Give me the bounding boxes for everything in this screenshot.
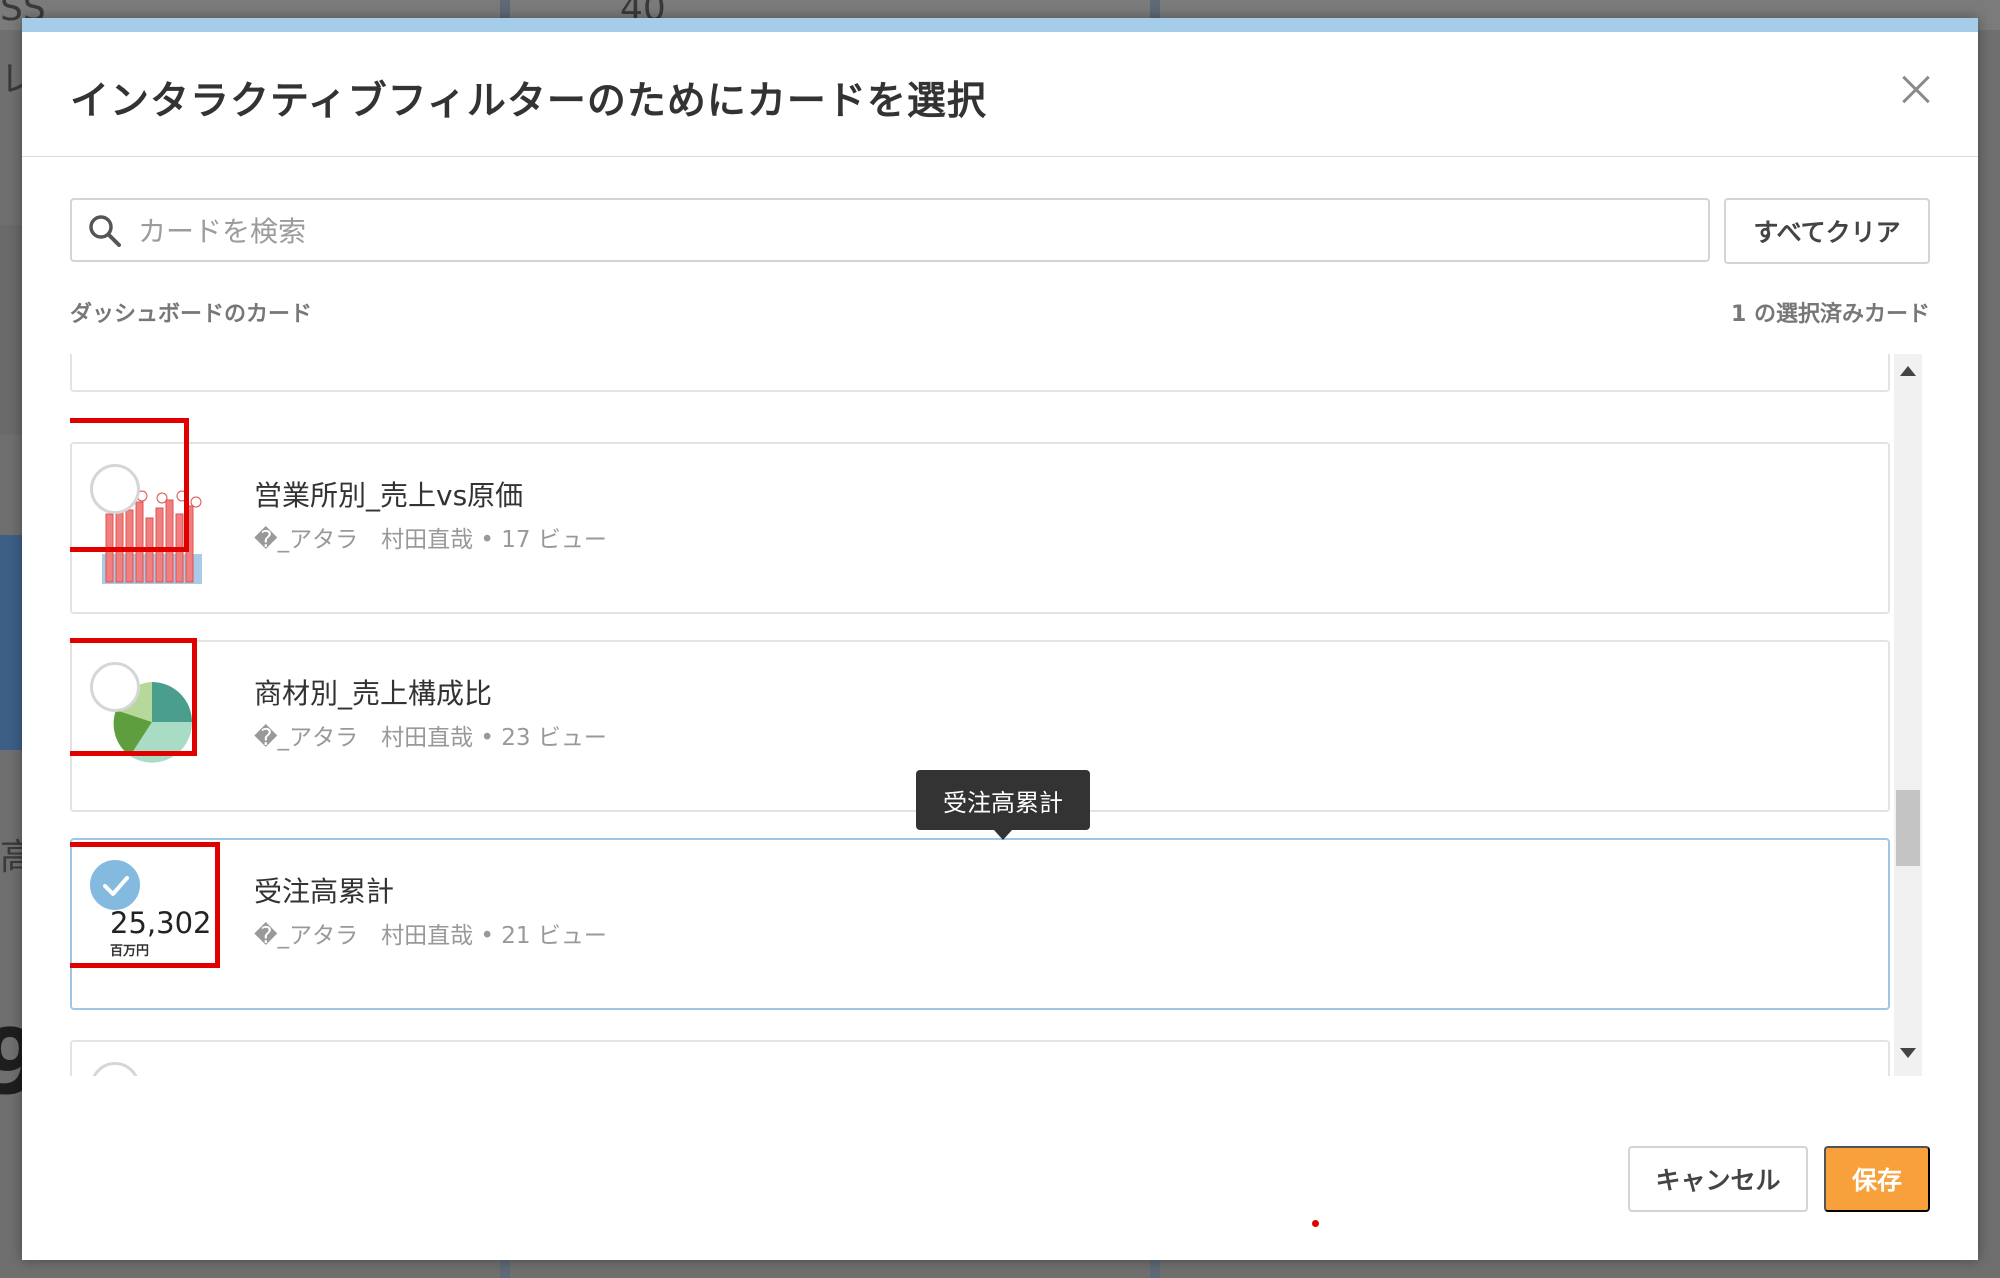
card-title: 受注高累計 <box>254 875 395 908</box>
list-item[interactable]: 営業所別_売上vs原価 �_アタラ 村田直哉 • 17 ビュー <box>70 442 1890 614</box>
section-label: ダッシュボードのカード <box>70 302 313 327</box>
card-tooltip: 受注高累計 <box>916 770 1090 840</box>
card-select-dialog: インタラクティブフィルターのためにカードを選択 すべてクリア ダッシュボードのカ… <box>22 18 1978 1260</box>
card-title: 営業所別_売上vs原価 <box>254 479 524 512</box>
search-icon <box>89 215 121 247</box>
list-item[interactable]: 25,302 百万円 受注高累計 �_アタラ 村田直哉 • 21 ビュー <box>70 838 1890 1010</box>
card-list[interactable]: 営業所別_売上vs原価 �_アタラ 村田直哉 • 17 ビュー 商材別_売上構成… <box>70 354 1890 1076</box>
clear-all-button[interactable]: すべてクリア <box>1724 198 1930 264</box>
dialog-accent-bar <box>22 18 1978 32</box>
dialog-title: インタラクティブフィルターのためにカードを選択 <box>70 79 987 124</box>
card-select-radio[interactable] <box>90 1062 140 1076</box>
highlight-box <box>70 638 197 756</box>
close-icon[interactable] <box>1896 70 1936 110</box>
red-dot-marker <box>1312 1220 1319 1227</box>
card-meta: �_アタラ 村田直哉 • 17 ビュー <box>254 527 607 553</box>
scroll-up-icon[interactable] <box>1900 366 1916 376</box>
save-button[interactable]: 保存 <box>1824 1146 1930 1212</box>
card-title: 商材別_売上構成比 <box>254 677 493 710</box>
card-meta: �_アタラ 村田直哉 • 23 ビュー <box>254 725 607 751</box>
search-box[interactable] <box>70 198 1710 262</box>
background-panel <box>0 225 22 435</box>
list-scrollbar[interactable] <box>1894 354 1922 1076</box>
cancel-button[interactable]: キャンセル <box>1628 1146 1808 1212</box>
scroll-down-icon[interactable] <box>1900 1048 1916 1058</box>
highlight-box <box>70 418 189 552</box>
scrollbar-thumb[interactable] <box>1896 790 1920 866</box>
card-meta: �_アタラ 村田直哉 • 21 ビュー <box>254 923 607 949</box>
search-input[interactable] <box>136 200 1680 262</box>
list-item[interactable] <box>70 1040 1890 1076</box>
highlight-box <box>70 842 220 968</box>
selected-count: 1 の選択済みカード <box>1731 302 1930 327</box>
list-item[interactable] <box>70 354 1890 392</box>
background-panel <box>0 535 22 750</box>
header-divider <box>22 156 1978 157</box>
